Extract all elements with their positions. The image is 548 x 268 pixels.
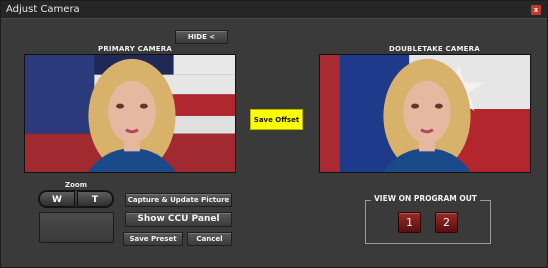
zoom-display: [39, 212, 114, 243]
zoom-wide-button[interactable]: W: [39, 191, 75, 207]
program-out-label: VIEW ON PROGRAM OUT: [371, 194, 480, 203]
title-bar: Adjust Camera x: [1, 1, 547, 19]
zoom-label: Zoom: [65, 181, 87, 189]
close-button[interactable]: x: [531, 5, 541, 15]
capture-update-picture-button[interactable]: Capture & Update Picture: [125, 193, 232, 207]
primary-camera-image: [25, 55, 235, 172]
window-title: Adjust Camera: [6, 4, 80, 15]
primary-camera-feed: [24, 54, 236, 173]
doubletake-camera-image: [320, 55, 530, 172]
program-out-1-button[interactable]: 1: [398, 212, 421, 233]
program-out-2-button[interactable]: 2: [435, 212, 458, 233]
program-out-group: [365, 200, 491, 244]
adjust-camera-window: Adjust Camera x HIDE < PRIMARY CAMERA DO…: [0, 0, 548, 268]
doubletake-camera-label: DOUBLETAKE CAMERA: [389, 45, 480, 53]
cancel-button[interactable]: Cancel: [187, 232, 232, 246]
save-preset-button[interactable]: Save Preset: [123, 232, 183, 246]
zoom-tele-button[interactable]: T: [77, 191, 113, 207]
hide-button[interactable]: HIDE <: [175, 30, 228, 44]
doubletake-camera-feed: [319, 54, 531, 173]
primary-camera-label: PRIMARY CAMERA: [98, 45, 172, 53]
show-ccu-panel-button[interactable]: Show CCU Panel: [125, 212, 232, 227]
save-offset-button[interactable]: Save Offset: [250, 109, 303, 130]
